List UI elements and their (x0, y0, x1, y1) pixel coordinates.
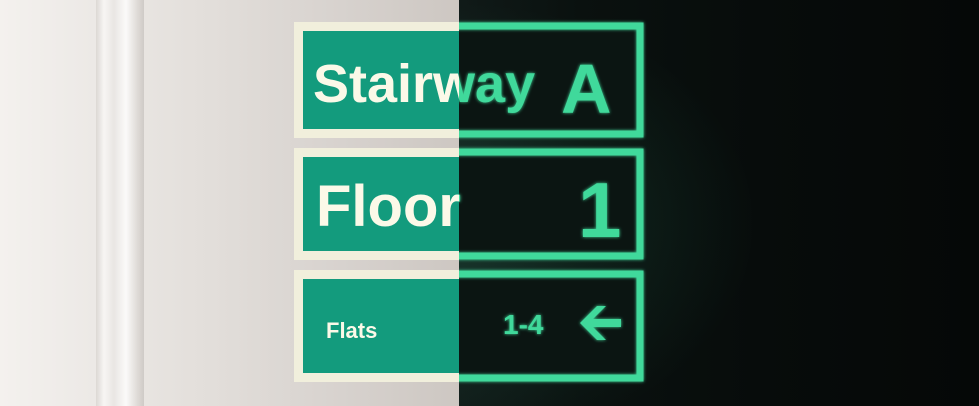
photo-scene: Stairway A Floor 1 Flats 1-4 Stairway A … (0, 0, 979, 406)
floor-label: Floor (316, 174, 461, 239)
flats-label: Flats (326, 318, 377, 343)
floor-glow-number: 1 (578, 166, 621, 254)
flats-glow-range: 1-4 (503, 309, 544, 340)
stairway-glow-letter: A (561, 50, 612, 128)
signage: Stairway A Floor 1 Flats 1-4 Stairway A … (294, 22, 644, 382)
